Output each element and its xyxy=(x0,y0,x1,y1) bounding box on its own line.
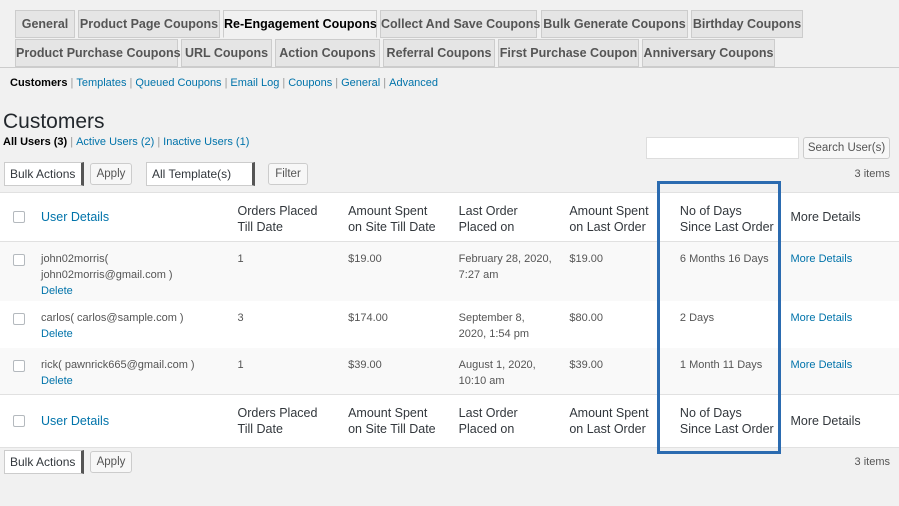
separator: | xyxy=(157,136,161,148)
tab-bulk-generate-coupons[interactable]: Bulk Generate Coupons xyxy=(541,10,688,38)
column-user-details[interactable]: User Details xyxy=(33,395,230,448)
orders-cell: 1 xyxy=(237,253,244,265)
tab-first-purchase-coupon[interactable]: First Purchase Coupon xyxy=(498,39,639,67)
user-details: john02morris( john02morris@gmail.com ) xyxy=(41,253,173,281)
row-checkbox[interactable] xyxy=(13,254,25,266)
orders-cell: 1 xyxy=(237,358,244,371)
tab-anniversary-coupons[interactable]: Anniversary Coupons xyxy=(642,39,775,67)
user-cell: rick( pawnrick665@gmail.com ) Delete xyxy=(33,348,230,395)
last-amount-cell: $19.00 xyxy=(569,253,603,265)
tab-general[interactable]: General xyxy=(15,10,75,38)
subnav-queued-coupons[interactable]: Queued Coupons xyxy=(135,77,221,89)
separator: | xyxy=(70,136,74,148)
row-checkbox-cell xyxy=(0,348,33,395)
last-order-cell: September 8, 2020, 1:54 pm xyxy=(458,311,530,340)
spent-cell: $19.00 xyxy=(348,253,382,265)
tab-product-page-coupons[interactable]: Product Page Coupons xyxy=(78,10,220,38)
spent-cell: $39.00 xyxy=(348,358,382,371)
separator: | xyxy=(335,77,339,89)
apply-button-top[interactable]: Apply xyxy=(90,163,132,185)
select-all-checkbox[interactable] xyxy=(13,415,25,427)
separator: | xyxy=(70,77,74,89)
select-all-cell xyxy=(0,395,33,448)
row-checkbox-cell xyxy=(0,301,33,348)
tab-product-purchase-coupons[interactable]: Product Purchase Coupons xyxy=(15,39,181,67)
more-cell: More Details xyxy=(782,301,899,348)
user-details: carlos( carlos@sample.com ) xyxy=(41,311,184,324)
subnav-email-log[interactable]: Email Log xyxy=(230,77,279,89)
tab-action-coupons[interactable]: Action Coupons xyxy=(275,39,380,67)
search-input[interactable] xyxy=(646,137,799,159)
column-orders-placed: Orders Placed Till Date xyxy=(237,204,318,234)
subnav-general[interactable]: General xyxy=(341,77,380,89)
row-checkbox[interactable] xyxy=(13,359,25,372)
filter-active-users[interactable]: Active Users (2) xyxy=(76,136,154,148)
orders-cell: 3 xyxy=(237,311,244,324)
filter-inactive-users[interactable]: Inactive Users (1) xyxy=(163,136,249,148)
filter-all-users[interactable]: All Users (3) xyxy=(3,136,67,148)
tab-re-engagement-coupons[interactable]: Re-Engagement Coupons xyxy=(223,10,377,38)
page-title: Customers xyxy=(3,110,105,133)
items-count-top: 3 items xyxy=(854,168,890,180)
delete-link[interactable]: Delete xyxy=(41,326,222,342)
user-cell: john02morris( john02morris@gmail.com ) De… xyxy=(33,242,230,301)
tab-birthday-coupons[interactable]: Birthday Coupons xyxy=(691,10,803,38)
more-details-link[interactable]: More Details xyxy=(790,312,852,324)
last-amount-cell: $39.00 xyxy=(569,358,603,371)
last-order-cell: February 28, 2020, 7:27 am xyxy=(458,253,552,281)
tab-url-coupons[interactable]: URL Coupons xyxy=(181,39,272,67)
more-details-link[interactable]: More Details xyxy=(790,359,852,371)
search-users-button[interactable]: Search User(s) xyxy=(803,137,890,159)
subnav-customers[interactable]: Customers xyxy=(10,77,67,89)
column-amount-spent: Amount Spent on Site Till Date xyxy=(348,406,436,436)
more-cell: More Details xyxy=(782,242,899,301)
subnav-advanced[interactable]: Advanced xyxy=(389,77,438,89)
column-last-order-placed: Last Order Placed on xyxy=(458,204,518,234)
coupon-tabs: General Product Page Coupons Re-Engageme… xyxy=(0,0,899,68)
column-orders-placed: Orders Placed Till Date xyxy=(237,406,318,436)
user-filters: All Users (3) | Active Users (2) | Inactive … xyxy=(3,136,249,148)
user-cell: carlos( carlos@sample.com ) Delete xyxy=(33,301,230,348)
column-last-order-placed: Last Order Placed on xyxy=(458,406,518,436)
select-all-cell xyxy=(0,193,33,242)
separator: | xyxy=(383,77,387,89)
items-count-bottom: 3 items xyxy=(854,456,890,468)
more-cell: More Details xyxy=(782,348,899,395)
sub-navigation: Customers | Templates | Queued Coupons | Email… xyxy=(10,77,438,89)
separator: | xyxy=(282,77,286,89)
tab-collect-and-save-coupons[interactable]: Collect And Save Coupons xyxy=(380,10,540,38)
user-details: rick( pawnrick665@gmail.com ) xyxy=(41,358,195,371)
delete-link[interactable]: Delete xyxy=(41,283,222,299)
column-amount-last-order: Amount Spent on Last Order xyxy=(569,406,649,436)
tab-referral-coupons[interactable]: Referral Coupons xyxy=(383,39,495,67)
delete-link[interactable]: Delete xyxy=(41,373,222,389)
apply-button-bottom[interactable]: Apply xyxy=(90,451,132,473)
separator: | xyxy=(129,77,133,89)
row-checkbox[interactable] xyxy=(13,312,25,325)
select-all-checkbox[interactable] xyxy=(13,211,25,223)
last-order-cell: August 1, 2020, 10:10 am xyxy=(458,358,536,387)
column-user-details[interactable]: User Details xyxy=(33,193,230,242)
row-checkbox-cell xyxy=(0,242,33,301)
spent-cell: $174.00 xyxy=(348,311,388,324)
filter-button[interactable]: Filter xyxy=(268,163,308,185)
last-amount-cell: $80.00 xyxy=(569,311,603,324)
highlight-box xyxy=(657,181,781,454)
column-amount-last-order: Amount Spent on Last Order xyxy=(569,204,649,234)
bulk-actions-select-top[interactable]: Bulk Actions xyxy=(4,162,84,186)
template-select[interactable]: All Template(s) xyxy=(146,162,255,186)
subnav-coupons[interactable]: Coupons xyxy=(288,77,332,89)
column-amount-spent: Amount Spent on Site Till Date xyxy=(348,204,436,234)
more-details-link[interactable]: More Details xyxy=(790,253,852,265)
subnav-templates[interactable]: Templates xyxy=(76,77,126,89)
column-more-details: More Details xyxy=(790,210,861,224)
column-more-details: More Details xyxy=(790,414,861,428)
bulk-actions-select-bottom[interactable]: Bulk Actions xyxy=(4,450,84,474)
